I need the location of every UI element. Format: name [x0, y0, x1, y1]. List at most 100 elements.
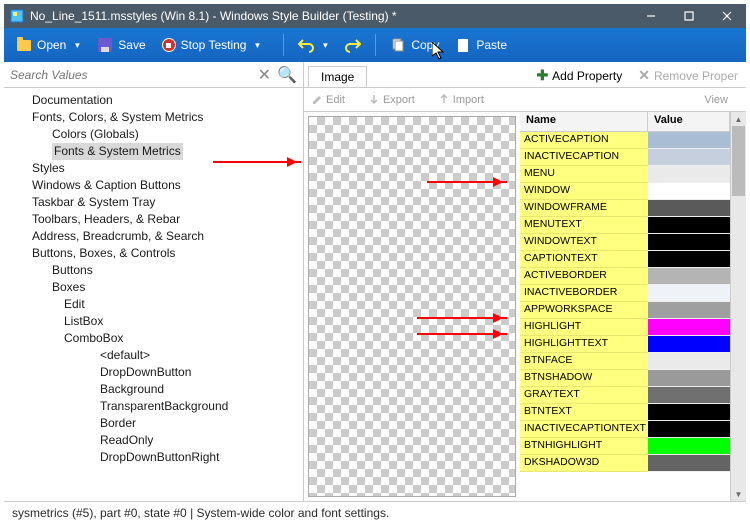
window-title: No_Line_1511.msstyles (Win 8.1) - Window… [30, 9, 632, 23]
property-row[interactable]: CAPTIONTEXT [520, 251, 730, 268]
tree-item[interactable]: Taskbar & System Tray [4, 194, 303, 211]
search-input[interactable] [10, 68, 258, 82]
property-value[interactable] [648, 268, 730, 285]
tree-item[interactable]: Fonts, Colors, & System Metrics [4, 109, 303, 126]
maximize-button[interactable] [670, 4, 708, 28]
tree-item[interactable]: ListBox [4, 313, 303, 330]
property-value[interactable] [648, 132, 730, 149]
scroll-down-icon[interactable]: ▼ [731, 487, 746, 501]
property-row[interactable]: INACTIVECAPTIONTEXT [520, 421, 730, 438]
image-toolbar: Edit Export Import View [304, 88, 746, 112]
tree-item[interactable]: DropDownButton [4, 364, 303, 381]
property-row[interactable]: INACTIVECAPTION [520, 149, 730, 166]
tree-item[interactable]: Buttons, Boxes, & Controls [4, 245, 303, 262]
minimize-button[interactable] [632, 4, 670, 28]
col-value[interactable]: Value [648, 112, 730, 131]
property-value[interactable] [648, 455, 730, 472]
property-row[interactable]: APPWORKSPACE [520, 302, 730, 319]
scrollbar[interactable]: ▲ ▼ [730, 112, 746, 501]
save-button[interactable]: Save [89, 33, 153, 57]
property-list[interactable]: ACTIVECAPTIONINACTIVECAPTIONMENUWINDOWWI… [520, 132, 730, 501]
nav-tree[interactable]: DocumentationFonts, Colors, & System Met… [4, 88, 303, 501]
tree-item[interactable]: Colors (Globals) [4, 126, 303, 143]
close-button[interactable] [708, 4, 746, 28]
undo-button[interactable]: ▼ [290, 33, 337, 57]
property-row[interactable]: WINDOWFRAME [520, 200, 730, 217]
property-row[interactable]: BTNTEXT [520, 404, 730, 421]
edit-button[interactable]: Edit [312, 94, 355, 106]
property-row[interactable]: BTNSHADOW [520, 370, 730, 387]
tree-item[interactable]: TransparentBackground [4, 398, 303, 415]
property-value[interactable] [648, 438, 730, 455]
property-value[interactable] [648, 200, 730, 217]
tree-item[interactable]: ReadOnly [4, 432, 303, 449]
property-value[interactable] [648, 251, 730, 268]
color-swatch [648, 234, 730, 250]
x-icon: ✕ [638, 67, 650, 84]
tree-item[interactable]: Border [4, 415, 303, 432]
property-row[interactable]: MENU [520, 166, 730, 183]
tree-item[interactable]: Toolbars, Headers, & Rebar [4, 211, 303, 228]
tree-item-selected[interactable]: Fonts & System Metrics [52, 143, 183, 160]
property-value[interactable] [648, 285, 730, 302]
property-row[interactable]: MENUTEXT [520, 217, 730, 234]
tab-image[interactable]: Image [308, 66, 367, 87]
property-value[interactable] [648, 149, 730, 166]
property-value[interactable] [648, 183, 730, 200]
col-name[interactable]: Name [520, 112, 648, 131]
property-name: CAPTIONTEXT [520, 251, 648, 268]
property-name: INACTIVEBORDER [520, 285, 648, 302]
property-value[interactable] [648, 387, 730, 404]
color-swatch [648, 370, 730, 386]
tree-pane: ✕ 🔍 DocumentationFonts, Colors, & System… [4, 62, 304, 501]
property-value[interactable] [648, 353, 730, 370]
scroll-up-icon[interactable]: ▲ [731, 112, 746, 126]
open-button[interactable]: Open▼ [8, 33, 89, 57]
search-bar: ✕ 🔍 [4, 62, 303, 88]
property-row[interactable]: GRAYTEXT [520, 387, 730, 404]
property-row[interactable]: WINDOW [520, 183, 730, 200]
property-row[interactable]: ACTIVEBORDER [520, 268, 730, 285]
scroll-thumb[interactable] [732, 126, 745, 196]
property-value[interactable] [648, 370, 730, 387]
search-icon[interactable]: 🔍 [277, 65, 297, 85]
property-row[interactable]: HIGHLIGHTTEXT [520, 336, 730, 353]
view-button[interactable]: View [704, 94, 728, 106]
property-row[interactable]: BTNHIGHLIGHT [520, 438, 730, 455]
property-row[interactable]: ACTIVECAPTION [520, 132, 730, 149]
property-name: BTNSHADOW [520, 370, 648, 387]
property-value[interactable] [648, 234, 730, 251]
tree-item[interactable]: Address, Breadcrumb, & Search [4, 228, 303, 245]
import-button[interactable]: Import [439, 94, 494, 106]
property-value[interactable] [648, 166, 730, 183]
tree-item[interactable]: Buttons [4, 262, 303, 279]
export-button[interactable]: Export [369, 94, 425, 106]
redo-button[interactable] [337, 33, 369, 57]
annotation-arrow [417, 317, 507, 319]
property-value[interactable] [648, 404, 730, 421]
property-value[interactable] [648, 336, 730, 353]
tree-item[interactable]: Documentation [4, 92, 303, 109]
search-clear-icon[interactable]: ✕ [258, 65, 271, 85]
property-row[interactable]: HIGHLIGHT [520, 319, 730, 336]
property-row[interactable]: DKSHADOW3D [520, 455, 730, 472]
property-row[interactable]: INACTIVEBORDER [520, 285, 730, 302]
tree-item[interactable]: <default> [4, 347, 303, 364]
tree-item[interactable]: ComboBox [4, 330, 303, 347]
remove-property-button[interactable]: ✕Remove Proper [630, 64, 746, 87]
tree-item[interactable]: Background [4, 381, 303, 398]
stop-testing-button[interactable]: Stop Testing▼ [154, 34, 270, 56]
paste-button[interactable]: Paste [447, 33, 515, 57]
tree-item[interactable]: Boxes [4, 279, 303, 296]
property-value[interactable] [648, 302, 730, 319]
property-value[interactable] [648, 319, 730, 336]
tree-item[interactable]: DropDownButtonRight [4, 449, 303, 466]
property-value[interactable] [648, 421, 730, 438]
property-row[interactable]: WINDOWTEXT [520, 234, 730, 251]
add-property-button[interactable]: ✚Add Property [528, 64, 630, 87]
paste-icon [455, 37, 471, 53]
tree-item[interactable]: Windows & Caption Buttons [4, 177, 303, 194]
tree-item[interactable]: Edit [4, 296, 303, 313]
property-row[interactable]: BTNFACE [520, 353, 730, 370]
property-value[interactable] [648, 217, 730, 234]
